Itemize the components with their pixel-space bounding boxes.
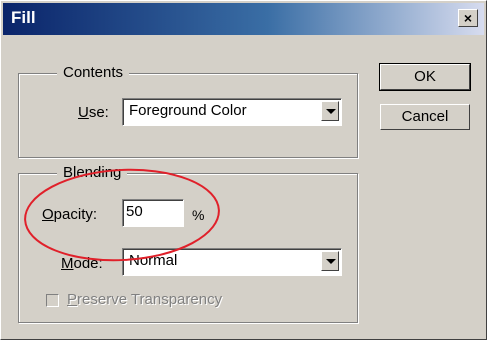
mode-label-rest: ode:	[73, 255, 103, 272]
opacity-mnemonic: O	[42, 206, 54, 223]
mode-value: Normal	[129, 252, 178, 269]
mode-dropdown[interactable]: Normal	[122, 248, 342, 276]
cancel-button[interactable]: Cancel	[380, 104, 470, 130]
opacity-label: Opacity:	[42, 206, 97, 223]
preserve-transparency-checkbox[interactable]	[46, 294, 59, 307]
use-label-rest: se:	[88, 104, 109, 121]
preserve-mnemonic: P	[67, 291, 78, 308]
title-bar[interactable]: Fill ×	[3, 3, 484, 35]
mode-label: Mode:	[61, 255, 103, 272]
mode-dropdown-button[interactable]	[321, 251, 339, 271]
use-mnemonic: U	[78, 104, 89, 121]
close-button[interactable]: ×	[458, 9, 478, 27]
opacity-value: 50	[126, 203, 143, 220]
close-icon: ×	[463, 10, 473, 26]
opacity-unit: %	[192, 207, 205, 223]
use-dropdown[interactable]: Foreground Color	[122, 98, 342, 126]
chevron-down-icon	[326, 259, 336, 264]
use-dropdown-button[interactable]	[321, 101, 339, 121]
dialog-title: Fill	[11, 8, 36, 27]
fill-dialog: Fill × Contents Use: Foreground Color Bl…	[0, 0, 487, 340]
opacity-input[interactable]: 50	[122, 199, 184, 227]
ok-button[interactable]: OK	[379, 63, 471, 91]
chevron-down-icon	[326, 109, 336, 114]
mode-mnemonic: M	[61, 255, 74, 272]
preserve-transparency-label[interactable]: Preserve Transparency	[67, 291, 222, 308]
use-label: Use:	[78, 104, 109, 121]
preserve-label-rest: reserve Transparency	[77, 291, 223, 308]
blending-legend: Blending	[57, 164, 128, 181]
use-value: Foreground Color	[129, 102, 247, 119]
contents-legend: Contents	[57, 64, 130, 81]
opacity-label-rest: pacity:	[53, 206, 98, 223]
